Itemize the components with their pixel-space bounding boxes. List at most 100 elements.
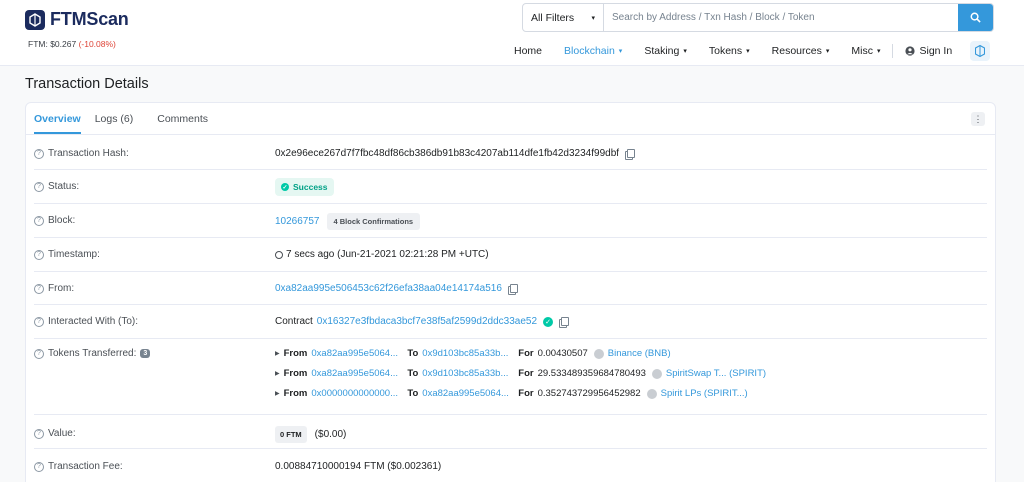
search-input[interactable]	[604, 4, 958, 31]
value-badge: 0 FTM	[275, 426, 307, 443]
to-value: Contract 0x16327e3fbdaca3bcf7e38f5af2599d…	[275, 316, 570, 328]
transfer-from-link[interactable]: 0xa82aa995e5064...	[311, 368, 403, 379]
to-word: To	[407, 368, 419, 379]
row-transaction-fee: ? Transaction Fee: 0.00884710000194 FTM (…	[34, 449, 987, 482]
hash-label-text: Transaction Hash:	[48, 148, 129, 159]
question-icon: ?	[34, 316, 44, 327]
theme-toggle-button[interactable]	[970, 41, 991, 61]
nav-home[interactable]: Home	[514, 45, 542, 57]
copy-icon[interactable]	[559, 316, 570, 328]
value-label-text: Value:	[48, 428, 76, 439]
hash-value: 0x2e96ece267d7f7fbc48df86cb386db91b83c42…	[275, 148, 636, 160]
row-value: ? Value: 0 FTM ($0.00)	[34, 415, 987, 449]
question-icon: ?	[34, 428, 44, 439]
transfer-to-link[interactable]: 0x9d103bc85a33b...	[422, 348, 514, 359]
question-icon: ?	[34, 348, 44, 359]
search-filter-select[interactable]: All Filters ▾	[523, 4, 604, 31]
tokens-label-text: Tokens Transferred:	[48, 348, 137, 359]
block-number-link[interactable]: 10266757	[275, 216, 320, 227]
chevron-down-icon: ▾	[591, 14, 595, 22]
block-value: 10266757 4 Block Confirmations	[275, 213, 421, 230]
question-icon: ?	[34, 215, 44, 226]
question-icon: ?	[34, 148, 44, 159]
row-transaction-hash: ? Transaction Hash: 0x2e96ece267d7f7fbc48…	[34, 136, 987, 170]
from-word: From	[283, 368, 308, 379]
row-interacted-with: ? Interacted With (To): Contract 0x16327e3…	[34, 305, 987, 339]
to-word: To	[407, 388, 419, 399]
ftm-price-change: (-10.08%)	[78, 39, 116, 49]
block-label-text: Block:	[48, 215, 76, 226]
hash-label: ? Transaction Hash:	[34, 148, 129, 159]
site-header: FTMScan FTM: $0.267 (-10.08%) All Filter…	[0, 0, 1024, 66]
transfer-amount: 0.352743729956452982	[537, 388, 641, 399]
value-label: ? Value:	[34, 428, 76, 439]
fee-label: ? Transaction Fee:	[34, 461, 123, 472]
nav-resources-label: Resources	[771, 45, 822, 57]
search-filter-label: All Filters	[531, 11, 575, 24]
sign-in-label: Sign In	[919, 45, 953, 57]
search-icon	[970, 12, 981, 23]
tab-comments[interactable]: Comments	[157, 113, 218, 134]
timestamp-label-text: Timestamp:	[48, 249, 100, 260]
status-label: ? Status:	[34, 181, 79, 192]
fee-text: 0.00884710000194 FTM ($0.002361)	[275, 461, 442, 472]
transfer-to-link[interactable]: 0x9d103bc85a33b...	[422, 368, 514, 379]
from-label: ? From:	[34, 283, 74, 294]
nav-blockchain-label: Blockchain	[564, 45, 615, 57]
nav-staking[interactable]: Staking ▾	[644, 45, 687, 57]
nav-blockchain[interactable]: Blockchain ▾	[564, 45, 622, 57]
for-word: For	[518, 388, 534, 399]
transfer-amount: 0.00430507	[537, 348, 588, 359]
transaction-card: Overview Logs (6) Comments ⋮ ? Transactio…	[25, 102, 996, 482]
token-transfer-row: ▶ From 0xa82aa995e5064... To 0x9d103bc85…	[275, 348, 671, 359]
token-transfer-row: ▶ From 0x0000000000000... To 0xa82aa995e…	[275, 388, 748, 399]
contract-address-link[interactable]: 0x16327e3fbdaca3bcf7e38f5af2599d2ddc33ae…	[317, 316, 537, 327]
transfer-from-link[interactable]: 0xa82aa995e5064...	[311, 348, 403, 359]
ftm-price: FTM: $0.267 (-10.08%)	[28, 39, 116, 49]
nav-resources[interactable]: Resources ▾	[772, 45, 830, 57]
nav-home-label: Home	[514, 45, 543, 57]
chevron-down-icon: ▾	[618, 48, 623, 55]
value-value: 0 FTM ($0.00)	[275, 426, 346, 443]
status-text: Success	[293, 182, 328, 192]
from-word: From	[283, 348, 308, 359]
token-link[interactable]: Spirit LPs (SPIRIT...)	[661, 388, 748, 399]
transfer-to-link[interactable]: 0xa82aa995e5064...	[422, 388, 514, 399]
search-button[interactable]	[958, 4, 993, 31]
tokens-label: ? Tokens Transferred: 3	[34, 348, 151, 359]
from-address-link[interactable]: 0xa82aa995e506453c62f26efa38aa04e14174a5…	[275, 283, 502, 294]
tab-bar: Overview Logs (6) Comments ⋮	[26, 103, 995, 135]
verified-check-icon: ✓	[543, 316, 554, 327]
copy-icon[interactable]	[625, 148, 636, 160]
token-link[interactable]: Binance (BNB)	[608, 348, 671, 359]
status-badge: ✓ Success	[275, 178, 334, 196]
token-link[interactable]: SpiritSwap T... (SPIRIT)	[666, 368, 766, 379]
nav-misc[interactable]: Misc ▾	[851, 45, 880, 57]
from-label-text: From:	[48, 283, 75, 294]
tab-overview[interactable]: Overview	[34, 113, 81, 134]
to-label: ? Interacted With (To):	[34, 316, 138, 327]
token-transfer-row: ▶ From 0xa82aa995e5064... To 0x9d103bc85…	[275, 368, 766, 379]
sign-in-link[interactable]: Sign In	[905, 45, 952, 57]
hash-text[interactable]: 0x2e96ece267d7f7fbc48df86cb386db91b83c42…	[275, 148, 619, 159]
fantom-logo-icon	[25, 9, 45, 30]
status-label-text: Status:	[48, 181, 80, 192]
check-circle-icon: ✓	[281, 183, 289, 191]
transfer-from-link[interactable]: 0x0000000000000...	[311, 388, 403, 399]
ftm-price-value: FTM: $0.267	[28, 39, 77, 49]
kebab-menu-icon: ⋮	[973, 113, 983, 124]
question-icon: ?	[34, 461, 44, 472]
copy-icon[interactable]	[507, 283, 518, 295]
nav-divider	[892, 44, 894, 58]
tokens-count-badge: 3	[140, 349, 151, 358]
tab-logs[interactable]: Logs (6)	[95, 113, 144, 134]
row-block: ? Block: 10266757 4 Block Confirmations	[34, 204, 987, 238]
brand-name: FTMScan	[50, 9, 129, 29]
caret-right-icon: ▶	[275, 371, 280, 377]
page-title: Transaction Details	[25, 76, 149, 92]
nav-tokens[interactable]: Tokens ▾	[709, 45, 750, 57]
more-options-button[interactable]: ⋮	[971, 112, 985, 126]
question-icon: ?	[34, 249, 44, 260]
to-label-text: Interacted With (To):	[48, 316, 139, 327]
ftmscan-logo[interactable]: FTMScan	[25, 9, 129, 30]
